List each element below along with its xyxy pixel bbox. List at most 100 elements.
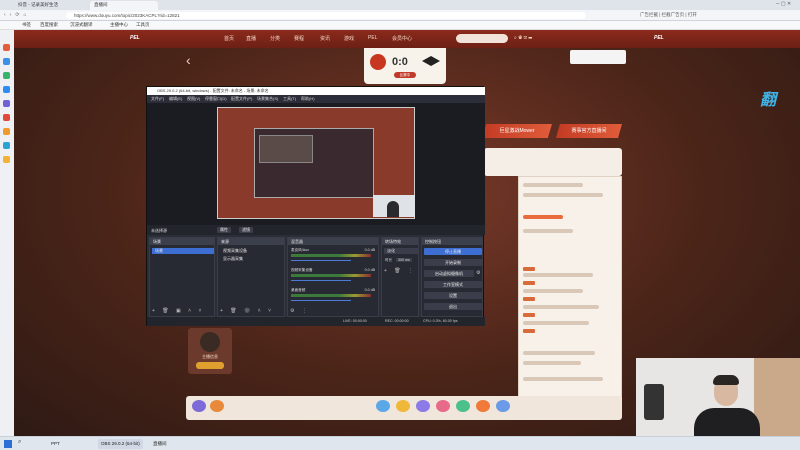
- dock-title: 来源: [218, 238, 284, 245]
- sidebar-app-icon[interactable]: [3, 100, 10, 107]
- transition-select[interactable]: 淡化: [384, 248, 418, 254]
- virtual-camera-settings-icon[interactable]: ⚙: [476, 270, 480, 276]
- volume-slider[interactable]: [291, 300, 351, 301]
- gift-icon[interactable]: [496, 400, 510, 412]
- gift-icon[interactable]: [436, 400, 450, 412]
- mixer-settings-icon[interactable]: ⚙ ⋮: [290, 308, 310, 314]
- studio-mode-button[interactable]: 工作室模式: [424, 281, 482, 288]
- menu-help[interactable]: 帮助(H): [301, 96, 315, 102]
- anchor-label: 主播信息: [202, 354, 218, 359]
- browser-tab[interactable]: 抖音 - 记录美好生活: [14, 1, 86, 10]
- volume-slider[interactable]: [291, 260, 351, 261]
- bookmark-item[interactable]: 主播中心: [110, 22, 128, 28]
- transition-add-icon[interactable]: + 🗑 ⋮: [384, 268, 416, 274]
- filters-button[interactable]: 滤镜: [239, 227, 253, 233]
- mixer-channel-value: 0.0 dB: [364, 248, 375, 252]
- exit-button[interactable]: 退出: [424, 303, 482, 310]
- mixer-channel-label: 桌面音频: [291, 288, 306, 292]
- audio-meter: [291, 274, 371, 277]
- bookmark-item[interactable]: 工具页: [136, 22, 150, 28]
- menu-scene-collection[interactable]: 场景集合(S): [257, 96, 278, 102]
- bookmark-item[interactable]: 书签: [22, 22, 31, 28]
- chat-message: [523, 229, 573, 233]
- search-icon[interactable]: ⌕: [18, 439, 21, 446]
- dock-add-remove-icon[interactable]: + 🗑 ⚙ ˄ ˅: [220, 308, 274, 314]
- source-item[interactable]: 显示器采集: [220, 256, 284, 262]
- promo-banner[interactable]: 赛事官方直播间: [556, 124, 622, 138]
- settings-button[interactable]: 设置: [424, 292, 482, 299]
- sources-dock: 来源 视频采集设备 显示器采集 + 🗑 ⚙ ˄ ˅: [217, 237, 285, 317]
- site-logo[interactable]: PEL: [130, 35, 140, 41]
- bookmark-item[interactable]: 百度搜索: [40, 22, 58, 28]
- follow-button[interactable]: [196, 362, 224, 369]
- menu-view[interactable]: 视图(V): [187, 96, 200, 102]
- menu-profile[interactable]: 配置文件(P): [231, 96, 252, 102]
- start-recording-button[interactable]: 开始录制: [424, 259, 482, 266]
- obs-menu-bar: 文件(F) 编辑(E) 视图(V) 停靠窗口(D) 配置文件(P) 场景集合(S…: [147, 95, 485, 103]
- menu-tools[interactable]: 工具(T): [283, 96, 296, 102]
- sidebar-app-icon[interactable]: [3, 114, 10, 121]
- controls-dock: 控制按钮 停止直播 开始录制 启动虚拟摄像机 ⚙ 工作室模式 设置 退出: [421, 237, 483, 317]
- source-item[interactable]: 视频采集设备: [220, 248, 284, 254]
- chat-message: [523, 361, 581, 365]
- sidebar-app-icon[interactable]: [3, 86, 10, 93]
- sidebar-app-icon[interactable]: [3, 128, 10, 135]
- properties-button[interactable]: 属性: [217, 227, 231, 233]
- sidebar-app-icon[interactable]: [3, 142, 10, 149]
- site-nav-link[interactable]: 资讯: [320, 35, 330, 42]
- taskbar-item[interactable]: 直播间: [150, 439, 170, 449]
- menu-file[interactable]: 文件(F): [151, 96, 164, 102]
- sidebar-app-icon[interactable]: [3, 44, 10, 51]
- menu-docks[interactable]: 停靠窗口(D): [205, 96, 227, 102]
- virtual-camera-button[interactable]: 启动虚拟摄像机: [424, 270, 474, 277]
- taskbar-item-active[interactable]: OBS 29.0.2 (64-bit): [98, 439, 143, 449]
- gift-icon[interactable]: [210, 400, 224, 412]
- gift-icon[interactable]: [192, 400, 206, 412]
- duration-input[interactable]: 300 ms: [396, 258, 412, 262]
- dock-title: 混音器: [288, 238, 378, 245]
- url-field[interactable]: https://www.douyu.com/topic/2023KACPL?ri…: [66, 12, 586, 19]
- stop-streaming-button[interactable]: 停止直播: [424, 248, 482, 255]
- obs-preview[interactable]: [147, 103, 485, 225]
- dock-title: 控制按钮: [422, 238, 482, 245]
- chat-message: [523, 321, 589, 325]
- site-search-input[interactable]: [456, 34, 508, 43]
- room-info-panel: [484, 148, 622, 176]
- site-nav-link[interactable]: 分类: [270, 35, 280, 42]
- site-nav-link[interactable]: 赛程: [294, 35, 304, 42]
- browser-extension-status[interactable]: 广告拦截 | 拦截广告页 | 打开: [640, 12, 697, 18]
- anchor-card[interactable]: 主播信息: [188, 328, 232, 374]
- webcam-person-hair: [713, 375, 739, 385]
- gift-icon[interactable]: [416, 400, 430, 412]
- site-nav-link[interactable]: 直播: [246, 35, 256, 42]
- site-nav-link[interactable]: PEL: [368, 35, 377, 41]
- windows-start-icon[interactable]: [4, 440, 12, 448]
- gift-icon[interactable]: [476, 400, 490, 412]
- sidebar-app-icon[interactable]: [3, 72, 10, 79]
- volume-slider[interactable]: [291, 280, 351, 281]
- site-nav-link[interactable]: 会员中心: [392, 35, 412, 42]
- gift-icon[interactable]: [376, 400, 390, 412]
- bookmark-item[interactable]: 沉浸式翻译: [70, 22, 93, 28]
- gift-icon[interactable]: [396, 400, 410, 412]
- nav-buttons-icon[interactable]: ‹›⟳⌂: [4, 12, 31, 18]
- menu-edit[interactable]: 编辑(E): [169, 96, 182, 102]
- scoreboard: 0:0 比赛中: [364, 48, 446, 84]
- site-user-icons[interactable]: ⌕ ♛ ✉ ☰: [514, 35, 532, 41]
- scene-item[interactable]: 场景: [152, 248, 214, 254]
- sidebar-app-icon[interactable]: [3, 58, 10, 65]
- audio-meter: [291, 294, 371, 297]
- browser-tab-active[interactable]: 直播间: [90, 1, 158, 10]
- cpu-status: CPU: 0.3%, 60.00 fps: [423, 319, 458, 323]
- gift-icon[interactable]: [456, 400, 470, 412]
- site-nav-link[interactable]: 首页: [224, 35, 234, 42]
- taskbar-item[interactable]: PPT: [48, 439, 63, 449]
- dock-add-remove-icon[interactable]: + 🗑 ▣ ˄ ˅: [152, 308, 204, 314]
- promo-banner[interactable]: 巨星激战Mower: [482, 124, 552, 138]
- site-nav-link[interactable]: 游戏: [344, 35, 354, 42]
- floating-card[interactable]: [570, 50, 626, 64]
- sidebar-app-icon[interactable]: [3, 156, 10, 163]
- preview-webcam-source: [373, 195, 415, 217]
- window-controls-icon[interactable]: ─ ▢ ✕: [776, 1, 791, 7]
- carousel-prev-icon[interactable]: ‹: [186, 52, 191, 68]
